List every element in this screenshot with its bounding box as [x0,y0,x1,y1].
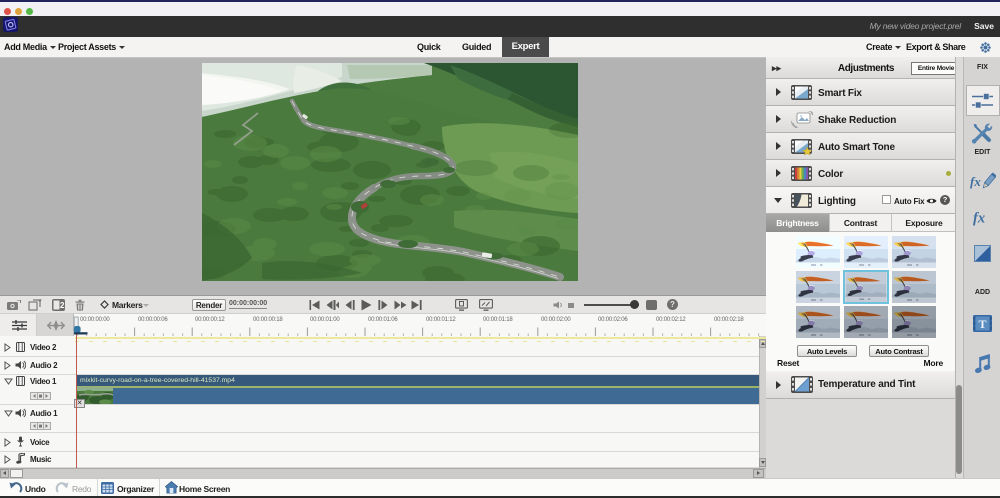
svg-text:T: T [978,317,986,331]
svg-text:fx: fx [970,174,981,189]
svg-text:2: 2 [60,301,65,310]
svg-text:fx: fx [973,211,985,227]
